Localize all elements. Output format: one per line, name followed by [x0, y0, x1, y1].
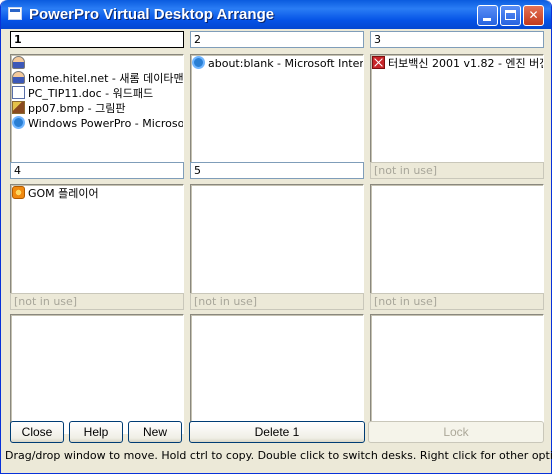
desk-3-name-field[interactable]: 3 — [370, 31, 544, 48]
ie-icon — [192, 56, 205, 69]
window-entries: home.hitel.net - 새롬 데이타맨 PC_TIP11.doc - 워… — [11, 55, 183, 131]
window-entry-title: about:blank - Microsoft Internet Explore… — [208, 57, 364, 70]
delete-button[interactable]: Delete 1 — [189, 421, 365, 443]
ie-icon — [12, 116, 25, 129]
desk-7-window-list[interactable] — [10, 314, 184, 434]
paint-icon — [12, 101, 25, 114]
window-entries: 터보백신 2001 v1.82 - 엔진 버전 — [371, 55, 543, 71]
lock-button: Lock — [368, 421, 544, 443]
window-entries — [11, 315, 183, 316]
window-entry[interactable]: 터보백신 2001 v1.82 - 엔진 버전 — [372, 56, 543, 71]
minimize-button[interactable] — [477, 5, 498, 26]
desk-2-window-list[interactable]: about:blank - Microsoft Internet Explore… — [190, 54, 364, 174]
desk-9-name-field[interactable]: [not in use] — [370, 293, 544, 310]
window-entry-title: 터보백신 2001 v1.82 - 엔진 버전 — [388, 57, 544, 70]
desk-2-name-field[interactable]: 2 — [190, 31, 364, 48]
document-icon — [12, 86, 25, 99]
desk-7-name-field[interactable]: [not in use] — [10, 293, 184, 310]
desk-5-window-list[interactable] — [190, 184, 364, 306]
desk-8-window-list[interactable] — [190, 314, 364, 434]
desk-9-window-list[interactable] — [370, 314, 544, 434]
desk-1-window-list[interactable]: home.hitel.net - 새롬 데이타맨 PC_TIP11.doc - 워… — [10, 54, 184, 174]
window-entry[interactable] — [12, 56, 183, 71]
window-entry[interactable]: Windows PowerPro - Microsoft Internet Ex… — [12, 116, 183, 131]
desk-5-name-field[interactable]: 5 — [190, 162, 364, 179]
error-icon — [372, 56, 385, 69]
title-bar[interactable]: PowerPro Virtual Desktop Arrange ✕ — [1, 0, 551, 29]
desk-6-name-field[interactable]: [not in use] — [370, 162, 544, 179]
close-icon: ✕ — [528, 8, 539, 22]
desk-4-name-field[interactable]: 4 — [10, 162, 184, 179]
window-entry[interactable]: pp07.bmp - 그림판 — [12, 101, 183, 116]
app-icon — [8, 7, 22, 20]
window-entry[interactable]: GOM 플레이어 — [12, 186, 183, 201]
window-entry-title: Windows PowerPro - Microsoft Internet Ex… — [28, 117, 184, 130]
window-entry[interactable]: home.hitel.net - 새롬 데이타맨 — [12, 71, 183, 86]
person-icon — [12, 71, 25, 84]
maximize-button[interactable] — [500, 5, 521, 26]
close-window-button[interactable]: ✕ — [523, 5, 544, 26]
window-entry[interactable]: PC_TIP11.doc - 워드패드 — [12, 86, 183, 101]
window-entry[interactable]: about:blank - Microsoft Internet Explore… — [192, 56, 363, 71]
desk-3-window-list[interactable]: 터보백신 2001 v1.82 - 엔진 버전 — [370, 54, 544, 174]
desk-4-window-list[interactable]: GOM 플레이어 — [10, 184, 184, 306]
minimize-icon — [483, 18, 491, 21]
window-entries: GOM 플레이어 — [11, 185, 183, 201]
person-icon — [12, 56, 25, 69]
window-entries: about:blank - Microsoft Internet Explore… — [191, 55, 363, 71]
window-entry-title: PC_TIP11.doc - 워드패드 — [28, 87, 154, 100]
desk-8-name-field[interactable]: [not in use] — [190, 293, 364, 310]
window-entries — [371, 315, 543, 316]
arrange-window: PowerPro Virtual Desktop Arrange ✕ 1 home… — [0, 0, 552, 474]
desk-1-name-field[interactable]: 1 — [10, 31, 184, 48]
window-entry-title: home.hitel.net - 새롬 데이타맨 — [28, 72, 184, 85]
window-entries — [371, 185, 543, 186]
window-entry-title: GOM 플레이어 — [28, 187, 99, 200]
window-entries — [191, 185, 363, 186]
gom-icon — [12, 186, 25, 199]
desk-6-window-list[interactable] — [370, 184, 544, 306]
window-entries — [191, 315, 363, 316]
maximize-icon — [505, 10, 516, 20]
window-title: PowerPro Virtual Desktop Arrange — [29, 6, 275, 23]
new-button[interactable]: New — [128, 421, 182, 443]
status-hint: Drag/drop window to move. Hold ctrl to c… — [5, 449, 552, 462]
close-button[interactable]: Close — [10, 421, 64, 443]
desk-grid: 1 home.hitel.net - 새롬 데이타맨 PC_TIP11.doc - … — [5, 29, 552, 470]
help-button[interactable]: Help — [69, 421, 123, 443]
window-entry-title: pp07.bmp - 그림판 — [28, 102, 126, 115]
